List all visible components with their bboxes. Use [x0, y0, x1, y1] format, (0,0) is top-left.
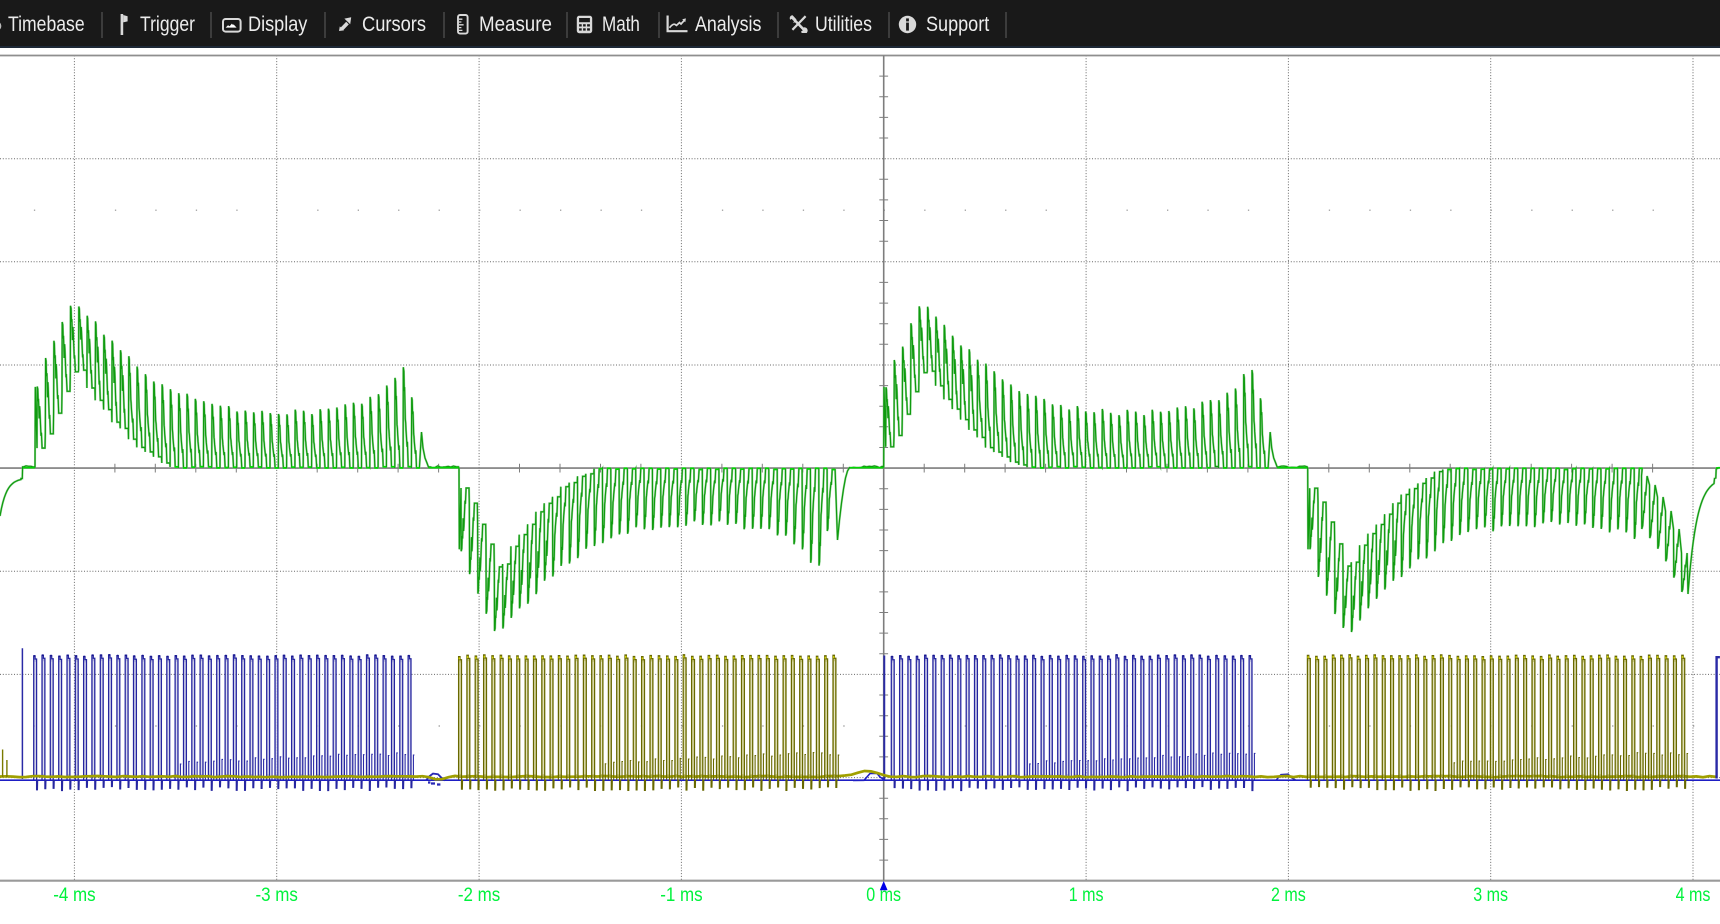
svg-text:1 ms: 1 ms — [1069, 885, 1104, 906]
svg-text:0 ms: 0 ms — [866, 885, 901, 906]
svg-text:-2 ms: -2 ms — [458, 885, 500, 906]
svg-text:4 ms: 4 ms — [1676, 885, 1711, 906]
svg-text:2 ms: 2 ms — [1271, 885, 1306, 906]
svg-text:-1 ms: -1 ms — [660, 885, 702, 906]
svg-text:3 ms: 3 ms — [1473, 885, 1508, 906]
svg-text:-3 ms: -3 ms — [256, 885, 298, 906]
svg-text:-4 ms: -4 ms — [53, 885, 95, 906]
